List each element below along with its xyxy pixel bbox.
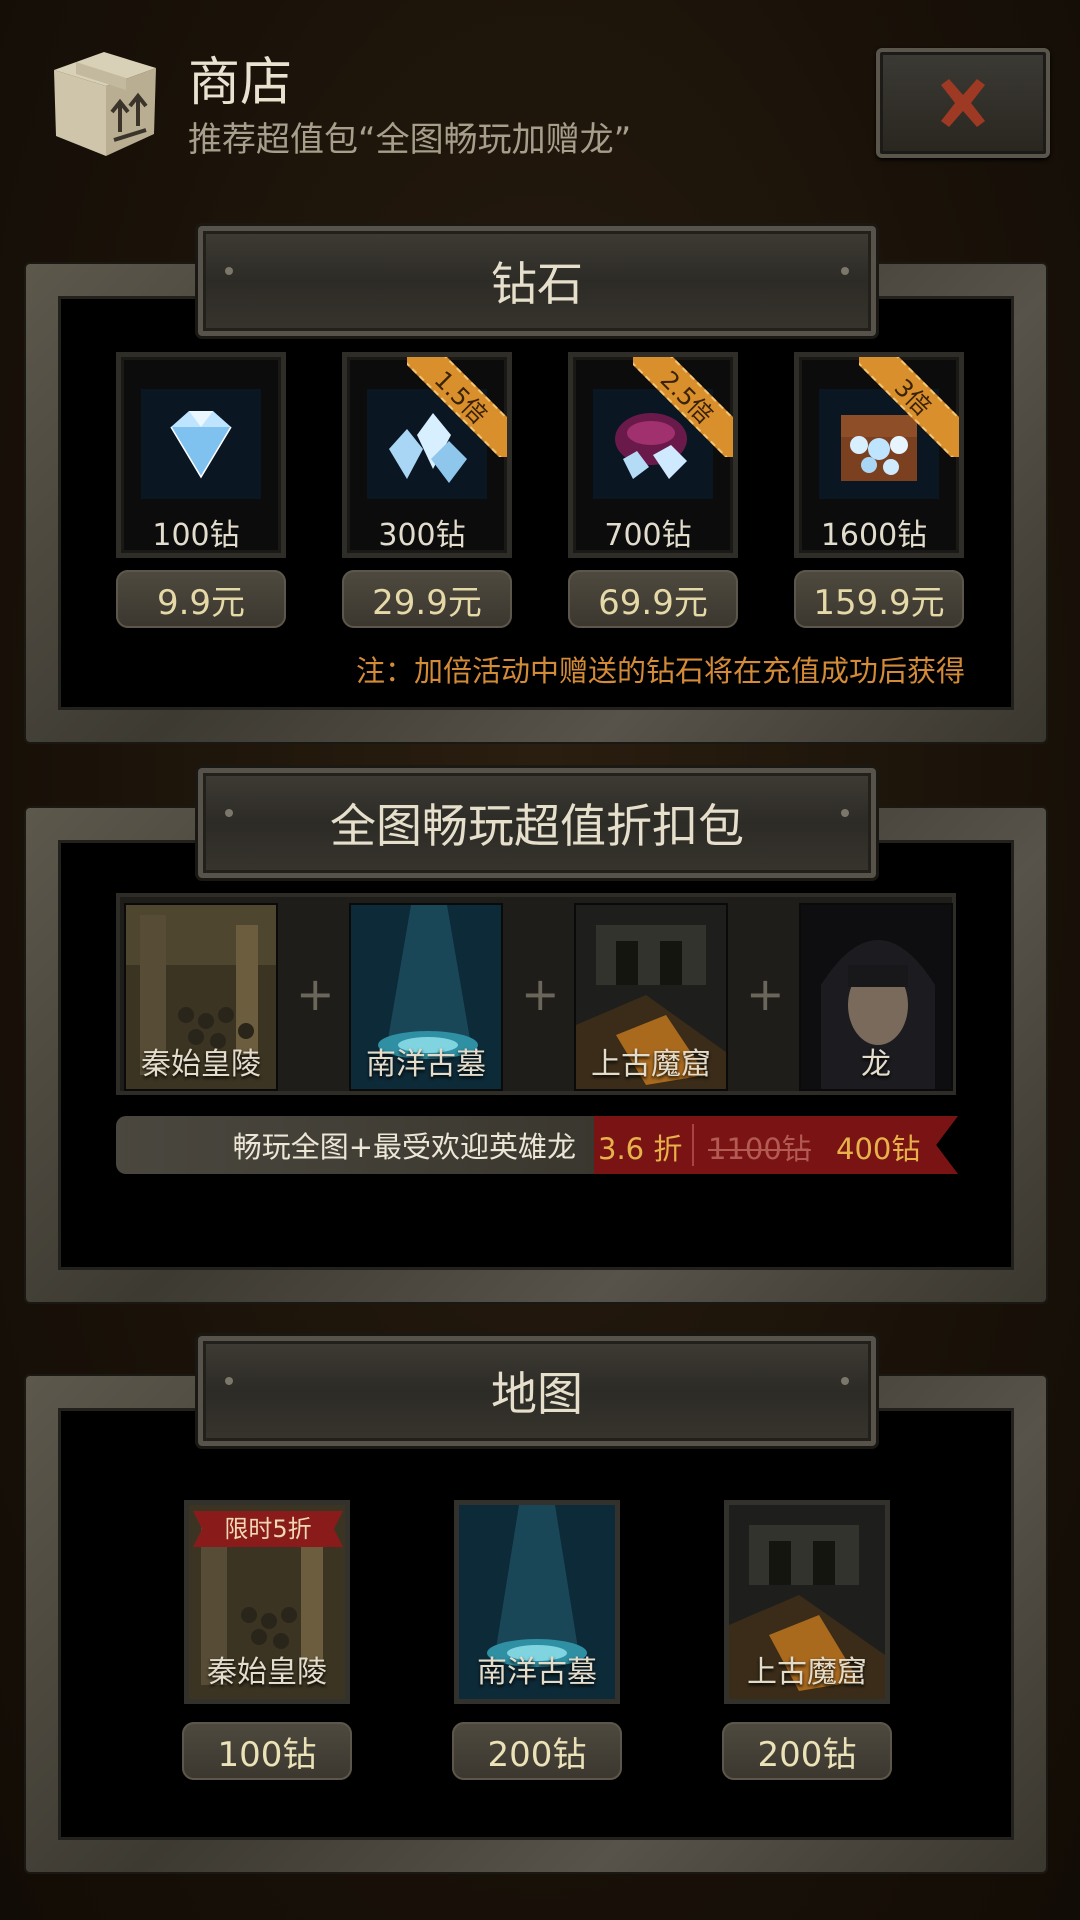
diamond-pack-100[interactable]: 100钻 <box>116 352 286 558</box>
map-item-nanyang[interactable]: 南洋古墓 <box>454 1500 620 1704</box>
diamond-amount: 300钻 <box>378 518 466 553</box>
recommendation-subtitle: 推荐超值包“全图畅玩加赠龙” <box>188 120 632 160</box>
diamond-pack-700[interactable]: 2.5倍 700钻 <box>568 352 738 558</box>
map-card: 上古魔窟 <box>724 1500 890 1704</box>
bonus-ribbon: 3倍 <box>859 357 959 457</box>
plus-sign: + <box>521 967 560 1021</box>
map-price-button[interactable]: 200钻 <box>452 1722 622 1780</box>
price-divider <box>692 1124 694 1166</box>
original-price: 1100钻 <box>708 1132 811 1166</box>
package-box-icon <box>54 52 156 156</box>
price-button-100[interactable]: 9.9元 <box>116 570 286 628</box>
map-name: 南洋古墓 <box>477 1655 597 1690</box>
map-price-button[interactable]: 100钻 <box>182 1722 352 1780</box>
bonus-ribbon: 1.5倍 <box>407 357 507 457</box>
bundle-map-nanyang: 南洋古墓 <box>349 903 503 1091</box>
limited-time-tag: 限时5折 <box>193 1511 343 1547</box>
bundle-map-shanggu: 上古魔窟 <box>574 903 728 1091</box>
diamond-amount: 700钻 <box>604 518 692 553</box>
diamond-amount: 100钻 <box>152 518 240 553</box>
map-card: 南洋古墓 <box>454 1500 620 1704</box>
bundle-hero-long: 龙 <box>799 903 953 1091</box>
maps-section-title: 地图 <box>198 1336 876 1446</box>
sale-price: 400钻 <box>836 1132 921 1166</box>
price-button-1600[interactable]: 159.9元 <box>794 570 964 628</box>
map-name: 秦始皇陵 <box>207 1655 327 1690</box>
map-price-button[interactable]: 200钻 <box>722 1722 892 1780</box>
bundle-map-qinshihuang: 秦始皇陵 <box>124 903 278 1091</box>
bonus-note: 注：加倍活动中赠送的钻石将在充值成功后获得 <box>356 654 966 688</box>
bundle-description: 畅玩全图+最受欢迎英雄龙 <box>116 1116 596 1174</box>
map-name: 上古魔窟 <box>747 1655 867 1690</box>
price-button-700[interactable]: 69.9元 <box>568 570 738 628</box>
bundle-tile-label: 上古魔窟 <box>591 1047 711 1082</box>
bundle-tile-label: 秦始皇陵 <box>141 1047 261 1082</box>
bundle-discount: 3.6 折 <box>598 1132 683 1166</box>
diamond-section-title: 钻石 <box>198 226 876 336</box>
bundle-tile-label: 南洋古墓 <box>366 1047 486 1082</box>
diamond-amount: 1600钻 <box>820 518 928 553</box>
page-title: 商店 <box>188 53 293 113</box>
bundle-section-title: 全图畅玩超值折扣包 <box>198 768 876 878</box>
diamond-icon <box>141 389 261 499</box>
close-icon <box>941 79 985 127</box>
shop-header: 商店 推荐超值包“全图畅玩加赠龙” <box>0 0 1080 170</box>
close-button[interactable] <box>876 48 1050 158</box>
bundle-contents[interactable]: 秦始皇陵 + 南洋古墓 + 上古魔窟 + 龙 <box>116 893 956 1095</box>
plus-sign: + <box>746 967 785 1021</box>
diamond-pack-1600[interactable]: 3倍 1600钻 <box>794 352 964 558</box>
map-item-shanggu[interactable]: 上古魔窟 <box>724 1500 890 1704</box>
price-button-300[interactable]: 29.9元 <box>342 570 512 628</box>
bonus-ribbon: 2.5倍 <box>633 357 733 457</box>
diamond-pack-300[interactable]: 1.5倍 300钻 <box>342 352 512 558</box>
bundle-tile-label: 龙 <box>861 1047 891 1082</box>
plus-sign: + <box>296 967 335 1021</box>
map-item-qinshihuang[interactable]: 限时5折 秦始皇陵 <box>184 1500 350 1704</box>
map-card: 限时5折 秦始皇陵 <box>184 1500 350 1704</box>
